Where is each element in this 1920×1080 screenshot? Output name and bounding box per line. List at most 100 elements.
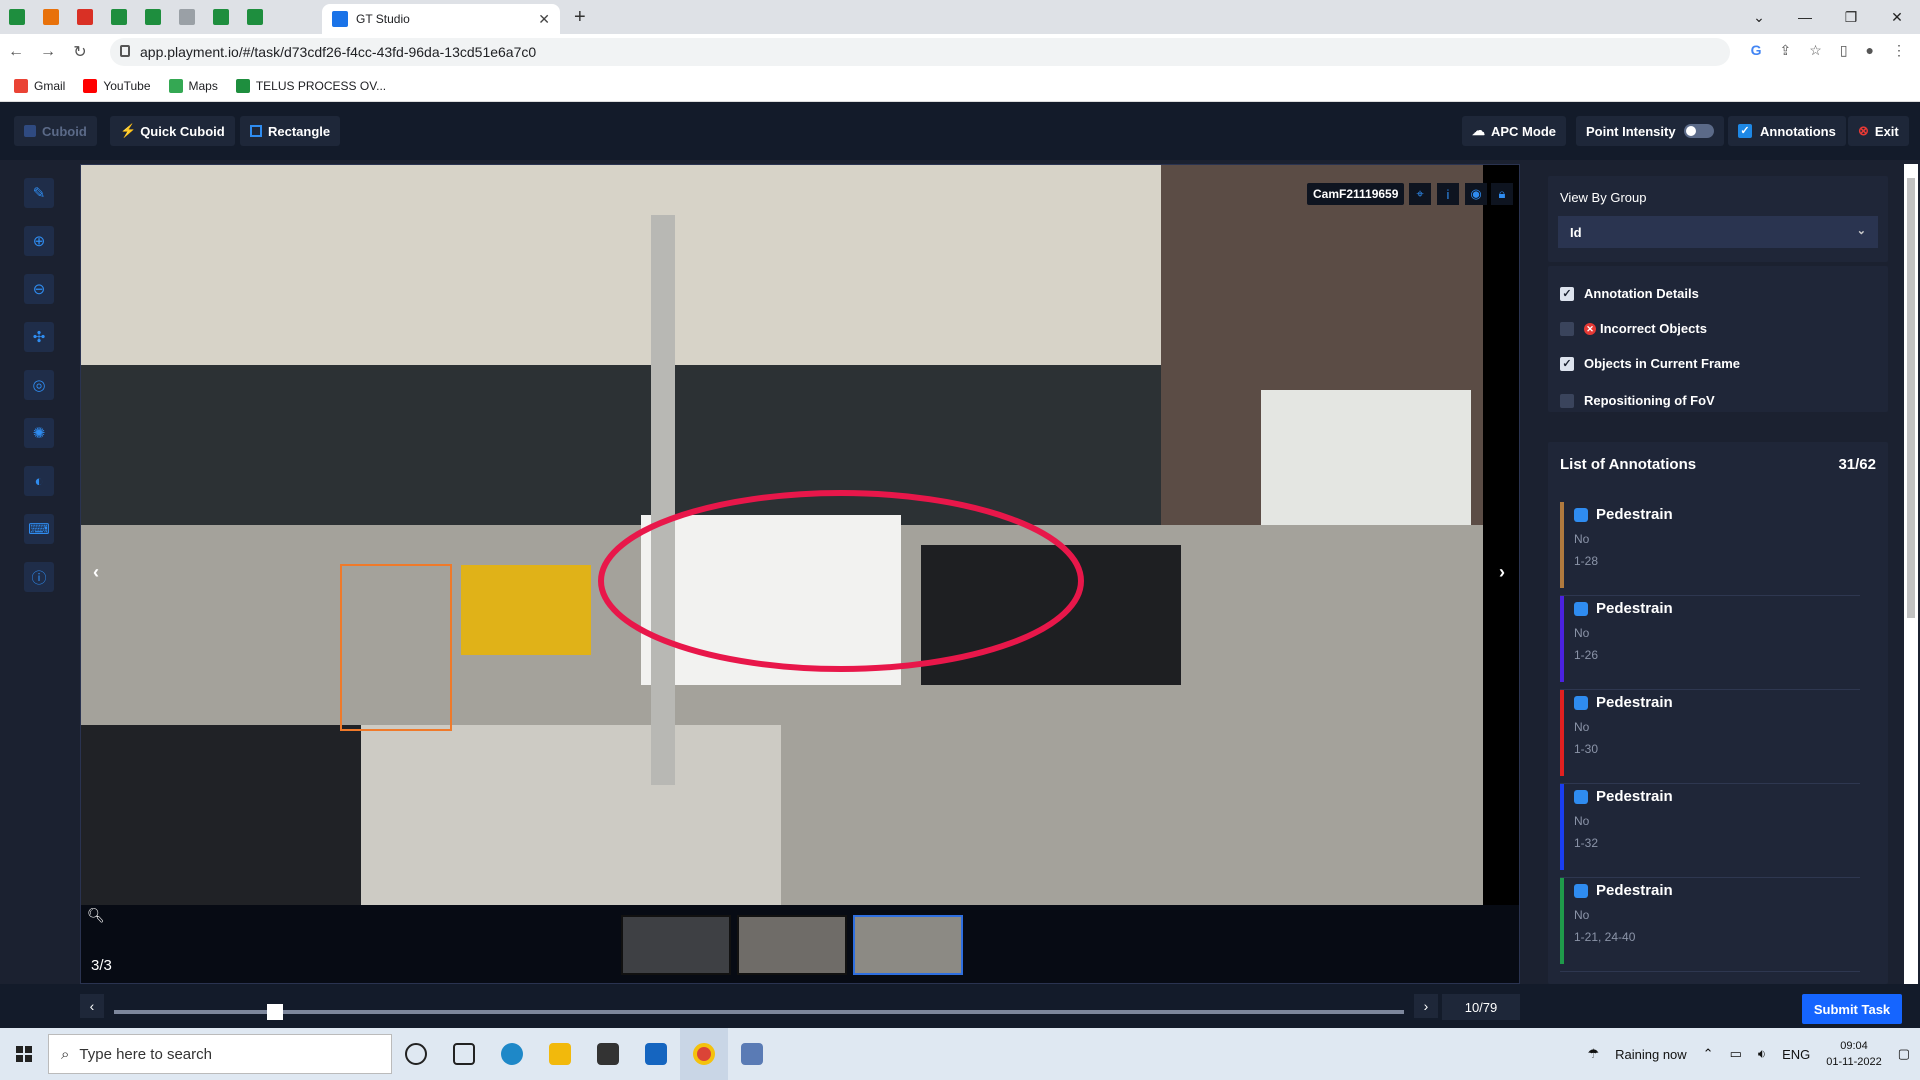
- fit-screen-icon[interactable]: ✣: [24, 322, 54, 352]
- bookmark-gmail[interactable]: Gmail: [14, 78, 65, 93]
- windows-start-icon[interactable]: [0, 1028, 48, 1080]
- file-explorer-icon[interactable]: [536, 1028, 584, 1080]
- pinned-tab-7[interactable]: [204, 0, 238, 34]
- brightness-icon[interactable]: ✺: [24, 418, 54, 448]
- restore-button[interactable]: ❐: [1828, 0, 1874, 34]
- next-image-button[interactable]: ›: [1491, 561, 1513, 583]
- task-view-icon[interactable]: [440, 1028, 488, 1080]
- toggle-switch[interactable]: [1683, 124, 1714, 138]
- language-indicator[interactable]: ENG: [1782, 1047, 1810, 1062]
- close-window-button[interactable]: ✕: [1874, 0, 1920, 34]
- compass-icon[interactable]: ◎: [24, 370, 54, 400]
- list-item[interactable]: Pedestrain No 1-32: [1560, 784, 1860, 878]
- pinned-tab-2[interactable]: [34, 0, 68, 34]
- pinned-tab-4[interactable]: [102, 0, 136, 34]
- lock-icon: [120, 45, 130, 57]
- frame-slider-knob[interactable]: [267, 1004, 284, 1020]
- new-tab-button[interactable]: +: [574, 6, 586, 29]
- edge-icon[interactable]: [488, 1028, 536, 1080]
- submit-task-button[interactable]: Submit Task: [1802, 994, 1902, 1024]
- share-icon[interactable]: ⇪: [1780, 42, 1792, 59]
- thumbnail-3[interactable]: [853, 915, 963, 975]
- reload-button[interactable]: ↻: [64, 42, 96, 62]
- incorrect-objects-checkbox[interactable]: ✕ Incorrect Objects: [1560, 321, 1707, 336]
- bookmark-maps[interactable]: Maps: [168, 78, 218, 93]
- pinned-tab-8[interactable]: [238, 0, 272, 34]
- menu-kebab-icon[interactable]: ⋮: [1892, 42, 1906, 59]
- chrome-icon[interactable]: [680, 1028, 728, 1080]
- gt-studio-favicon-icon: [332, 11, 348, 27]
- crosshair-icon[interactable]: ⌖: [1409, 183, 1431, 205]
- zoom-in-icon[interactable]: ⊕: [24, 226, 54, 256]
- pinned-tab-sheets[interactable]: [0, 0, 34, 34]
- close-tab-icon[interactable]: ✕: [538, 11, 550, 28]
- pinned-tab-5[interactable]: [136, 0, 170, 34]
- store-icon[interactable]: [584, 1028, 632, 1080]
- forward-button[interactable]: →: [32, 43, 64, 61]
- info-icon[interactable]: ⓘ: [24, 562, 54, 592]
- objects-current-frame-checkbox[interactable]: ✓ Objects in Current Frame: [1560, 356, 1740, 371]
- app-window-icon[interactable]: [728, 1028, 776, 1080]
- bookmark-telus[interactable]: TELUS PROCESS OV...: [235, 78, 386, 93]
- zoom-out-icon[interactable]: ⊖: [24, 274, 54, 304]
- list-item[interactable]: Pedestrain No 1-21, 24-40: [1560, 878, 1860, 972]
- notification-icon[interactable]: ▢: [1898, 1046, 1910, 1062]
- url-bar[interactable]: app.playment.io/#/task/d73cdf26-f4cc-43f…: [110, 38, 1730, 66]
- contrast-icon[interactable]: ◐: [24, 466, 54, 496]
- info-icon[interactable]: i: [1437, 183, 1459, 205]
- apc-mode-button[interactable]: ☁ APC Mode: [1462, 116, 1566, 146]
- magnifier-icon[interactable]: 🔍︎: [87, 907, 105, 924]
- cortana-icon[interactable]: [392, 1028, 440, 1080]
- eye-icon[interactable]: ◉: [1465, 183, 1487, 205]
- thumbnail-2[interactable]: [737, 915, 847, 975]
- image-canvas[interactable]: CamF21119659 ⌖ i ◉ 🔒︎ ‹ › 🔍︎ 3/3: [80, 164, 1520, 984]
- quick-cuboid-button[interactable]: ⚡ Quick Cuboid: [110, 116, 235, 146]
- next-frame-button[interactable]: ›: [1414, 994, 1438, 1018]
- lock-icon[interactable]: 🔒︎: [1491, 183, 1513, 205]
- annotation-status: No: [1574, 532, 1590, 546]
- list-item[interactable]: Pedestrain No 1-28: [1560, 502, 1860, 596]
- point-intensity-toggle[interactable]: Point Intensity: [1576, 116, 1724, 146]
- previous-frame-button[interactable]: ‹: [80, 994, 104, 1018]
- weather-text[interactable]: Raining now: [1615, 1047, 1687, 1062]
- annotations-toggle[interactable]: ✓ Annotations: [1728, 116, 1846, 146]
- taskbar-search-box[interactable]: ⌕ Type here to search: [48, 1034, 392, 1074]
- bookmark-youtube[interactable]: YouTube: [83, 78, 151, 93]
- weather-icon[interactable]: ☂: [1587, 1046, 1599, 1062]
- page-scrollbar[interactable]: [1904, 164, 1918, 984]
- active-tab[interactable]: GT Studio ✕: [322, 4, 560, 34]
- keyboard-icon[interactable]: ⌨: [24, 514, 54, 544]
- minimize-button[interactable]: —: [1782, 0, 1828, 34]
- list-item[interactable]: Pedestrain No 1-26: [1560, 596, 1860, 690]
- list-item[interactable]: Pedestrain No 1-30: [1560, 690, 1860, 784]
- frame-slider-track[interactable]: [114, 1010, 1404, 1014]
- cuboid-label: Cuboid: [42, 123, 87, 139]
- volume-icon[interactable]: 🔉︎: [1758, 1046, 1766, 1062]
- scrollbar-thumb[interactable]: [1907, 178, 1915, 618]
- pinned-tab-3[interactable]: [68, 0, 102, 34]
- google-icon[interactable]: G: [1751, 42, 1762, 59]
- annotation-range: 1-26: [1574, 648, 1599, 662]
- pen-tool-icon[interactable]: ✎: [24, 178, 54, 208]
- bookmark-star-icon[interactable]: ☆: [1809, 42, 1822, 59]
- group-select[interactable]: Id ⌄: [1558, 216, 1878, 248]
- pinned-tab-6[interactable]: [170, 0, 204, 34]
- mail-icon[interactable]: [632, 1028, 680, 1080]
- clock[interactable]: 09:04 01-11-2022: [1826, 1038, 1881, 1070]
- chevron-up-icon[interactable]: ⌃: [1703, 1046, 1714, 1062]
- network-icon[interactable]: ▭: [1730, 1046, 1742, 1062]
- profile-avatar-icon[interactable]: ●: [1866, 42, 1874, 59]
- tab-search-icon[interactable]: ⌄: [1736, 0, 1782, 34]
- side-panel-icon[interactable]: ▯: [1840, 42, 1848, 59]
- youtube-icon: [83, 78, 98, 93]
- rectangle-button[interactable]: Rectangle: [240, 116, 341, 146]
- annotation-details-checkbox[interactable]: ✓ Annotation Details: [1560, 286, 1699, 301]
- thumbnail-1[interactable]: [621, 915, 731, 975]
- color-bar: [1560, 690, 1564, 776]
- right-panel: View By Group Id ⌄ ✓ Annotation Details ✕…: [1548, 164, 1888, 984]
- back-button[interactable]: ←: [0, 43, 32, 61]
- exit-button[interactable]: ⊗ Exit: [1848, 116, 1909, 146]
- cuboid-button[interactable]: Cuboid: [14, 116, 97, 146]
- previous-image-button[interactable]: ‹: [85, 561, 107, 583]
- repositioning-fov-checkbox[interactable]: Repositioning of FoV: [1560, 393, 1715, 408]
